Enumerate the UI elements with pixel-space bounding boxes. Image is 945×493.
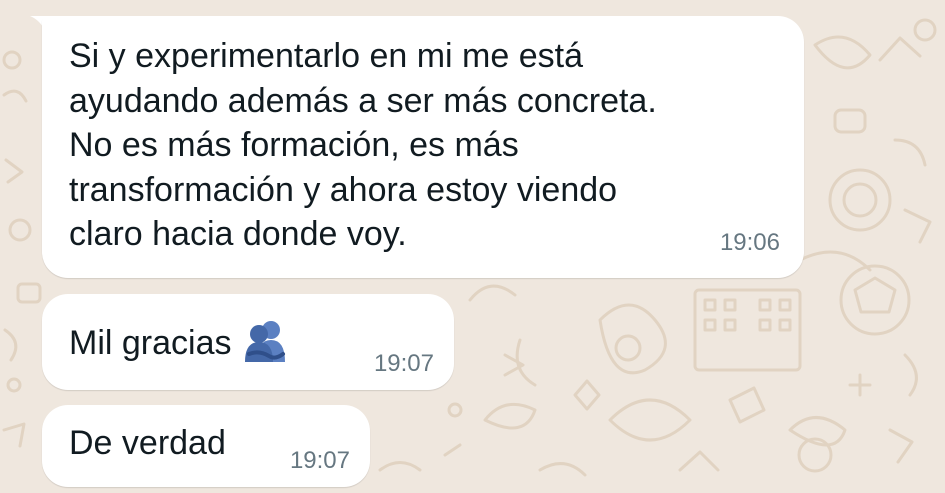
message-line: transformación y ahora estoy viendo <box>69 170 618 209</box>
message-text-content: Mil gracias <box>69 324 232 362</box>
message-timestamp: 19:06 <box>719 229 780 256</box>
message-text: Mil gracias <box>69 318 289 366</box>
message-timestamp: 19:07 <box>289 447 350 474</box>
message-line: ayudando además a ser más concreta. <box>69 81 657 120</box>
message-line: No es más formación, es más <box>69 126 519 164</box>
incoming-message-bubble[interactable]: De verdad 19:07 <box>42 405 370 487</box>
incoming-message-bubble[interactable]: Si y experimentarlo en mi me está ayudan… <box>42 16 804 278</box>
message-timestamp: 19:07 <box>373 350 434 377</box>
message-line: claro hacia donde voy. <box>69 215 407 253</box>
incoming-message-bubble[interactable]: Mil gracias 19:07 <box>42 294 454 390</box>
message-line: Si y experimentarlo en mi me está <box>69 37 583 75</box>
message-text: Si y experimentarlo en mi me está ayudan… <box>69 34 657 257</box>
message-text: De verdad <box>69 424 226 462</box>
people-hugging-icon <box>245 321 286 362</box>
